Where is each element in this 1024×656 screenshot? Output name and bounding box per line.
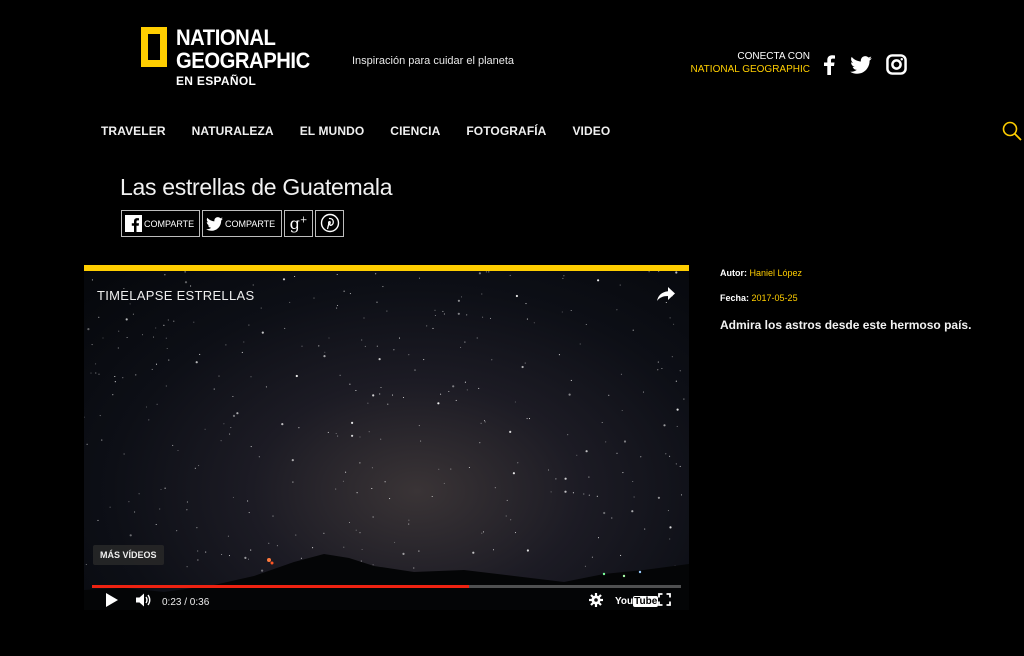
date-value: 2017-05-25 xyxy=(751,293,798,303)
twitter-share-label: COMPARTE xyxy=(225,218,276,229)
fullscreen-icon[interactable] xyxy=(658,593,671,610)
youtube-logo[interactable]: YouTube xyxy=(615,596,659,607)
logo-line-3: EN ESPAÑOL xyxy=(176,74,257,88)
video-time: 0:23 / 0:36 xyxy=(162,597,210,608)
main-nav: TRAVELER NATURALEZA EL MUNDO CIENCIA FOT… xyxy=(101,124,636,138)
video-progress-fill xyxy=(92,585,469,588)
nav-item-video[interactable]: VIDEO xyxy=(572,124,610,138)
twitter-icon xyxy=(206,216,223,231)
date-label: Fecha: xyxy=(720,293,750,303)
nav-item-el-mundo[interactable]: EL MUNDO xyxy=(300,124,365,138)
social-links xyxy=(822,54,907,75)
natgeo-logo[interactable]: NATIONAL GEOGRAPHIC EN ESPAÑOL xyxy=(141,27,321,87)
nav-item-naturaleza[interactable]: NATURALEZA xyxy=(192,124,274,138)
video-progress-bar[interactable] xyxy=(92,585,681,588)
nav-item-fotografia[interactable]: FOTOGRAFÍA xyxy=(466,124,546,138)
facebook-icon xyxy=(125,215,142,232)
facebook-share-button[interactable]: COMPARTE xyxy=(121,210,200,237)
video-title[interactable]: TIMELAPSE ESTRELLAS xyxy=(97,288,254,303)
yellow-border-logo-icon xyxy=(141,27,167,67)
twitter-share-button[interactable]: COMPARTE xyxy=(202,210,282,237)
logo-line-2: GEOGRAPHIC xyxy=(176,48,310,73)
play-icon[interactable] xyxy=(106,593,118,610)
more-videos-button[interactable]: MÁS VÍDEOS xyxy=(93,545,164,565)
author-link[interactable]: Haniel López xyxy=(750,268,803,278)
video-controls: 0:23 / 0:36 YouTube xyxy=(84,593,689,610)
pinterest-icon xyxy=(320,213,340,235)
tagline: Inspiración para cuidar el planeta xyxy=(352,55,515,67)
logo-line-1: NATIONAL xyxy=(176,25,276,50)
connect-line-1: CONECTA CON xyxy=(737,51,810,62)
google-plus-icon: g+ xyxy=(289,213,308,233)
connect-label: CONECTA CON NATIONAL GEOGRAPHIC xyxy=(691,50,810,76)
author-meta: Autor: Haniel López xyxy=(720,268,802,278)
article-description: Admira los astros desde este hermoso paí… xyxy=(720,318,972,332)
search-icon[interactable] xyxy=(1001,120,1023,147)
page: NATIONAL GEOGRAPHIC EN ESPAÑOL Inspiraci… xyxy=(0,0,1024,656)
date-meta: Fecha: 2017-05-25 xyxy=(720,293,798,303)
author-label: Autor: xyxy=(720,268,747,278)
connect-line-2: NATIONAL GEOGRAPHIC xyxy=(690,64,810,75)
google-plus-share-button[interactable]: g+ xyxy=(284,210,313,237)
facebook-icon[interactable] xyxy=(822,54,836,75)
pinterest-share-button[interactable] xyxy=(315,210,344,237)
article-title: Las estrellas de Guatemala xyxy=(120,174,393,200)
video-player[interactable]: TIMELAPSE ESTRELLAS MÁS VÍDEOS 0:23 / 0:… xyxy=(84,265,689,610)
logo-wordmark: NATIONAL GEOGRAPHIC EN ESPAÑOL xyxy=(176,25,321,88)
share-arrow-icon[interactable] xyxy=(657,287,675,306)
youtube-logo-you: You xyxy=(615,596,634,607)
settings-gear-icon[interactable] xyxy=(589,593,603,610)
youtube-logo-tube: Tube xyxy=(633,596,659,607)
twitter-icon[interactable] xyxy=(850,55,872,74)
volume-icon[interactable] xyxy=(136,593,152,610)
nav-item-ciencia[interactable]: CIENCIA xyxy=(390,124,440,138)
facebook-share-label: COMPARTE xyxy=(144,218,195,229)
share-buttons: COMPARTE COMPARTE g+ xyxy=(121,210,344,237)
instagram-icon[interactable] xyxy=(886,54,907,75)
nav-item-traveler[interactable]: TRAVELER xyxy=(101,124,166,138)
